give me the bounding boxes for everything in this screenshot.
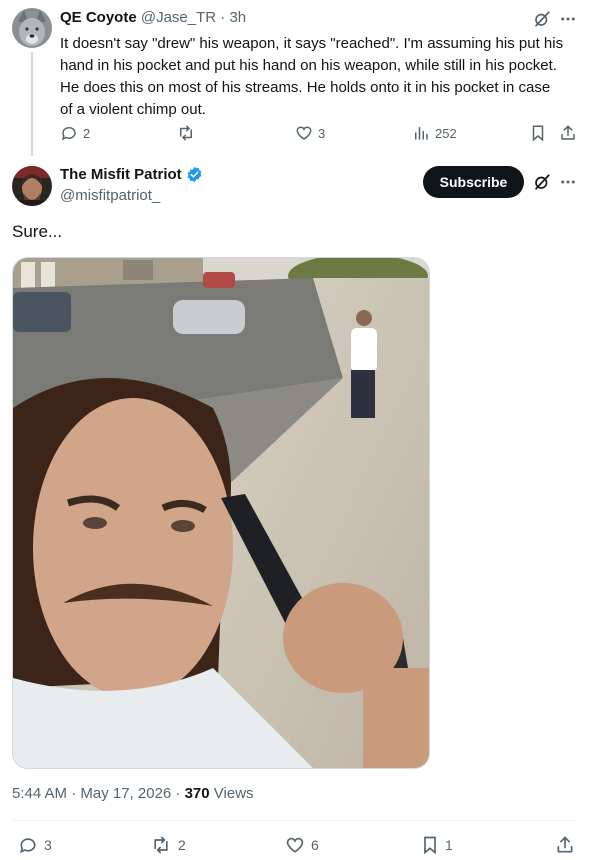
reply-author-handle[interactable]: @Jase_TR (141, 9, 216, 26)
reply-text-line: of a violent chimp out. (60, 101, 206, 118)
subscribe-button[interactable]: Subscribe (423, 166, 524, 198)
post-share-button[interactable] (554, 834, 576, 856)
post-timestamp[interactable]: 5:44 AM · May 17, 2026 · (12, 785, 185, 802)
reply-text: It doesn't say "drew" his weapon, it say… (60, 33, 590, 121)
more-options-icon[interactable] (558, 172, 578, 192)
heart-icon (286, 837, 304, 853)
heart-icon (296, 126, 312, 140)
more-options-icon[interactable] (558, 9, 578, 29)
repost-icon (154, 836, 168, 854)
post-views-count: 370 (184, 785, 210, 802)
post-like-count: 6 (311, 837, 319, 853)
post-like-button[interactable]: 6 (285, 834, 319, 856)
share-icon (557, 836, 573, 853)
reply-author-avatar[interactable] (12, 8, 52, 48)
reply-author-name[interactable]: QE Coyote (60, 9, 137, 26)
comment-icon (20, 838, 36, 854)
comment-icon (61, 126, 76, 141)
reply-views-button[interactable]: 252 (412, 123, 457, 143)
bookmark-icon (532, 125, 544, 142)
post-author-handle[interactable]: @misfitpatriot_ (60, 187, 160, 204)
post-media-video[interactable] (12, 257, 430, 769)
thread-line (31, 52, 33, 156)
post-views-label: Views (209, 785, 254, 802)
reply-header: QE Coyote @Jase_TR · 3h (60, 9, 246, 26)
post-reply-count: 3 (44, 837, 52, 853)
post-reply-button[interactable]: 3 (18, 834, 52, 856)
post-author-name[interactable]: The Misfit Patriot (60, 166, 203, 183)
share-icon (561, 125, 575, 140)
reply-like-button[interactable]: 3 (295, 123, 325, 143)
reply-comment-button[interactable]: 2 (60, 123, 90, 143)
reply-bookmark-button[interactable] (528, 123, 548, 143)
bookmark-icon (424, 836, 436, 855)
analytics-icon (415, 127, 428, 140)
reply-text-line: hand in his pocket and put his hand on h… (60, 57, 557, 74)
reply-like-count: 3 (318, 125, 326, 141)
reply-share-button[interactable] (558, 123, 578, 143)
grok-icon[interactable] (532, 172, 552, 192)
reply-views-count: 252 (435, 125, 457, 141)
post-author-avatar[interactable] (12, 166, 52, 206)
reply-time[interactable]: 3h (229, 9, 246, 26)
verified-badge-icon (187, 166, 202, 183)
reply-text-line: He does this on most of his streams. He … (60, 79, 551, 96)
reply-repost-button[interactable] (176, 123, 201, 143)
post-repost-button[interactable]: 2 (150, 834, 186, 856)
repost-icon (180, 125, 192, 141)
post-bookmark-count: 1 (445, 837, 453, 853)
divider (12, 820, 578, 821)
separator-dot: · (220, 9, 226, 26)
grok-icon[interactable] (532, 9, 552, 29)
post-repost-count: 2 (178, 837, 186, 853)
post-bookmark-button[interactable]: 1 (421, 834, 453, 856)
post-author-name-text: The Misfit Patriot (60, 166, 182, 183)
post-text: Sure... (12, 222, 63, 241)
reply-comment-count: 2 (83, 125, 91, 141)
reply-text-line: It doesn't say "drew" his weapon, it say… (60, 35, 564, 52)
post-timestamp-line: 5:44 AM · May 17, 2026 · 370 Views (12, 785, 254, 802)
